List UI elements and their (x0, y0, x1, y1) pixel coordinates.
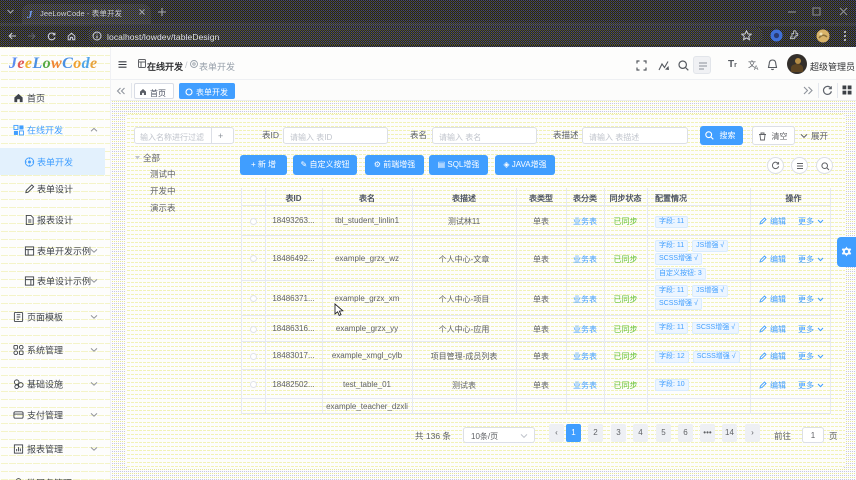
svg-text:J: J (27, 9, 33, 19)
svg-text:A: A (754, 65, 759, 70)
